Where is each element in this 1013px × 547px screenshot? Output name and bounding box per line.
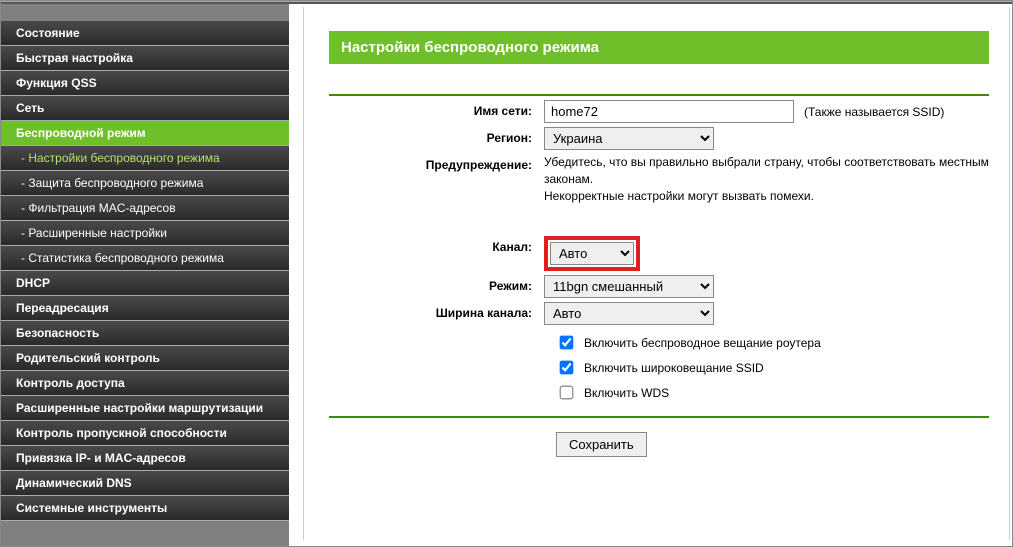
region-label: Регион: — [329, 127, 544, 145]
sidebar-sub-mac-filter[interactable]: - Фильтрация MAC-адресов — [1, 196, 289, 221]
sidebar-item-ip-mac-binding[interactable]: Привязка IP- и MAC-адресов — [1, 446, 289, 471]
channel-label: Канал: — [329, 236, 544, 254]
channel-highlight: Авто — [544, 236, 640, 271]
enable-radio-checkbox[interactable] — [560, 336, 574, 350]
enable-radio-label: Включить беспроводное вещание роутера — [584, 336, 821, 350]
sidebar-item-routing[interactable]: Расширенные настройки маршрутизации — [1, 396, 289, 421]
mode-select[interactable]: 11bgn смешанный — [544, 275, 714, 298]
enable-wds-label: Включить WDS — [584, 386, 669, 400]
enable-ssid-checkbox[interactable] — [560, 361, 574, 375]
sidebar-item-forwarding[interactable]: Переадресация — [1, 296, 289, 321]
ssid-note: (Также называется SSID) — [804, 105, 944, 119]
ssid-input[interactable] — [544, 100, 794, 123]
sidebar-item-quick-setup[interactable]: Быстрая настройка — [1, 46, 289, 71]
warning-text: Убедитесь, что вы правильно выбрали стра… — [544, 154, 989, 204]
width-label: Ширина канала: — [329, 302, 544, 320]
ssid-label: Имя сети: — [329, 100, 544, 118]
enable-ssid-label: Включить широковещание SSID — [584, 361, 764, 375]
sidebar-item-bandwidth[interactable]: Контроль пропускной способности — [1, 421, 289, 446]
region-select[interactable]: Украина — [544, 127, 714, 150]
content-area: Настройки беспроводного режима Имя сети:… — [304, 1, 1009, 546]
sidebar-item-dhcp[interactable]: DHCP — [1, 271, 289, 296]
mode-label: Режим: — [329, 275, 544, 293]
sidebar-item-ddns[interactable]: Динамический DNS — [1, 471, 289, 496]
sidebar-item-parental[interactable]: Родительский контроль — [1, 346, 289, 371]
sidebar-sub-advanced[interactable]: - Расширенные настройки — [1, 221, 289, 246]
sidebar-sub-wireless-security[interactable]: - Защита беспроводного режима — [1, 171, 289, 196]
sidebar-item-security[interactable]: Безопасность — [1, 321, 289, 346]
sidebar-item-system-tools[interactable]: Системные инструменты — [1, 496, 289, 521]
channel-select[interactable]: Авто — [550, 242, 634, 265]
sidebar-item-wireless[interactable]: Беспроводной режим — [1, 121, 289, 146]
sidebar-item-status[interactable]: Состояние — [1, 21, 289, 46]
enable-wds-checkbox[interactable] — [560, 386, 574, 400]
width-select[interactable]: Авто — [544, 302, 714, 325]
save-button[interactable]: Сохранить — [556, 432, 647, 457]
warning-label: Предупреждение: — [329, 154, 544, 172]
sidebar: СостояниеБыстрая настройкаФункция QSSСет… — [1, 1, 289, 546]
sidebar-sub-stats[interactable]: - Статистика беспроводного режима — [1, 246, 289, 271]
page-title: Настройки беспроводного режима — [329, 31, 989, 64]
sidebar-item-access-control[interactable]: Контроль доступа — [1, 371, 289, 396]
sidebar-item-network[interactable]: Сеть — [1, 96, 289, 121]
sidebar-sub-wireless-settings[interactable]: - Настройки беспроводного режима — [1, 146, 289, 171]
sidebar-item-qss[interactable]: Функция QSS — [1, 71, 289, 96]
